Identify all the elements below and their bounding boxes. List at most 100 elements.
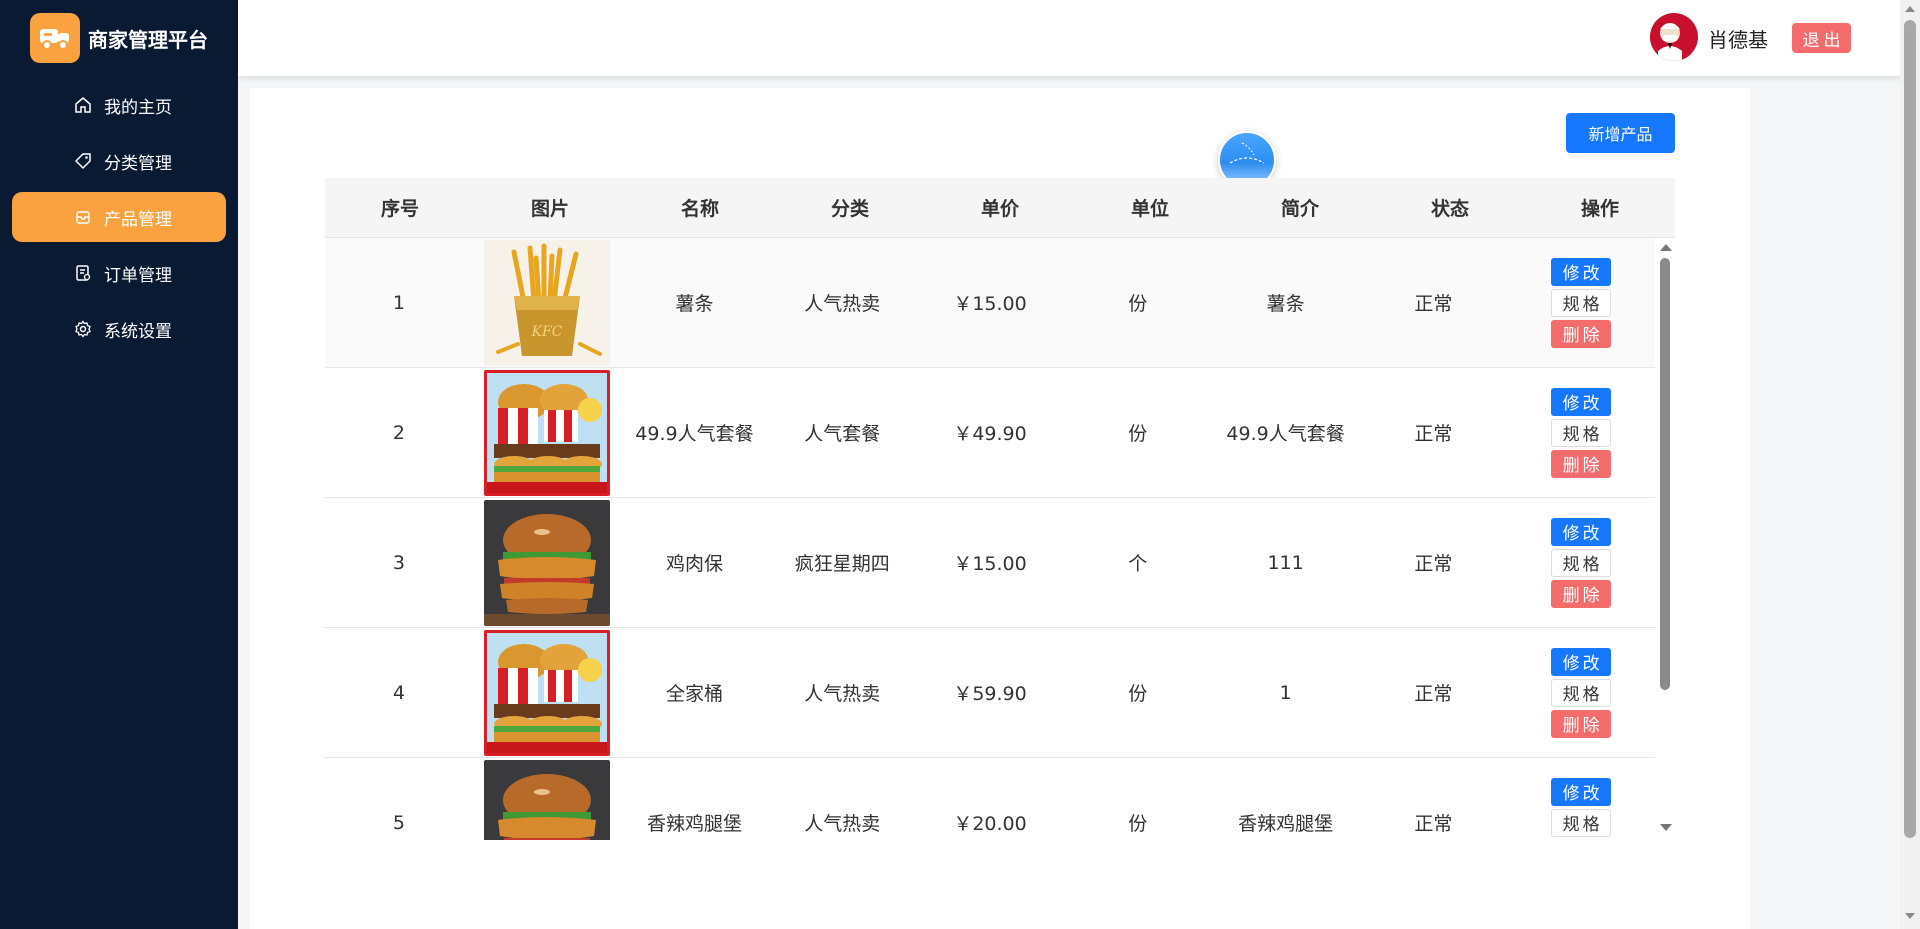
cell-name: 香辣鸡腿堡 [646,813,742,835]
delete-button[interactable]: 删除 [1551,579,1612,608]
cell-price: ￥15.00 [953,553,1027,575]
delete-button[interactable]: 删除 [1551,839,1612,840]
brand-title: 商家管理平台 [88,27,208,52]
cell-unit: 份 [1128,813,1148,835]
product-image [484,630,610,756]
cell-actions: 修改 规格 删除 [1507,758,1655,840]
product-image [484,370,610,496]
cell-category: 人气套餐 [804,423,881,445]
cell-name: 薯条 [675,293,714,315]
sidebar-item-order[interactable]: 订单管理 [12,248,226,298]
order-icon [74,264,92,282]
edit-button[interactable]: 修改 [1551,257,1612,286]
box-icon [74,208,92,226]
page-scrollbar-thumb[interactable] [1904,20,1916,838]
cell-price: ￥15.00 [953,293,1027,315]
cell-image [473,368,621,497]
sidebar-item-category[interactable]: 分类管理 [12,136,226,186]
product-image [484,500,610,626]
cell-actions: 修改 规格 删除 [1507,498,1655,627]
table-row: 1 薯条 人气热卖 ￥15.00 份 薯条 正常 修改 规格 删除 [325,238,1655,368]
column-header: 状态 [1430,198,1469,220]
cell-image [473,498,621,627]
table-body[interactable]: 1 薯条 人气热卖 ￥15.00 份 薯条 正常 修改 规格 删除 2 49.9… [325,238,1655,840]
sidebar-item-settings[interactable]: 系统设置 [12,304,226,354]
delete-button[interactable]: 删除 [1551,449,1612,478]
page-scroll-down-arrow[interactable] [1905,913,1915,919]
cell-category: 疯狂星期四 [794,553,890,575]
column-header: 序号 [380,198,419,220]
sidebar: 商家管理平台 我的主页 分类管理 产品管理 订单管理 系统设置 [0,0,238,929]
sidebar-item-label: 系统设置 [104,321,172,342]
cell-name: 全家桶 [665,683,723,705]
cell-status: 正常 [1414,553,1453,575]
cell-price: ￥20.00 [953,813,1027,835]
product-image [484,240,610,366]
cell-status: 正常 [1414,683,1453,705]
column-header: 简介 [1280,198,1319,220]
logout-button[interactable]: 退出 [1792,23,1851,53]
product-image [484,760,610,841]
cell-status: 正常 [1414,423,1453,445]
cell-status: 正常 [1414,293,1453,315]
column-header: 操作 [1580,198,1619,220]
edit-button[interactable]: 修改 [1551,387,1612,416]
truck-logo-icon [30,13,80,63]
column-header: 单价 [980,198,1019,220]
sidebar-menu: 我的主页 分类管理 产品管理 订单管理 系统设置 [12,80,226,360]
sidebar-item-home[interactable]: 我的主页 [12,80,226,130]
cell-intro: 111 [1267,551,1304,574]
cell-status: 正常 [1414,813,1453,835]
cell-intro: 薯条 [1266,293,1305,315]
sidebar-item-label: 分类管理 [104,153,172,174]
column-header: 分类 [830,198,869,220]
cell-intro: 香辣鸡腿堡 [1238,813,1334,835]
table-scroll-up-arrow[interactable] [1660,244,1672,251]
home-icon [74,96,92,114]
cell-index: 5 [392,811,405,834]
sidebar-item-product[interactable]: 产品管理 [12,192,226,242]
cell-name: 鸡肉保 [665,553,723,575]
cell-index: 4 [392,681,405,704]
cell-actions: 修改 规格 删除 [1507,628,1655,757]
cell-unit: 份 [1128,683,1148,705]
table-scroll-down-arrow[interactable] [1660,824,1672,831]
cell-unit: 份 [1128,293,1148,315]
cell-index: 3 [392,551,405,574]
table-row: 2 49.9人气套餐 人气套餐 ￥49.90 份 49.9人气套餐 正常 修改 … [325,368,1655,498]
cell-unit: 份 [1128,423,1148,445]
cell-image [473,238,621,367]
cell-name: 49.9人气套餐 [635,423,754,445]
spec-button[interactable]: 规格 [1551,418,1612,447]
cell-category: 人气热卖 [804,293,881,315]
gear-icon [74,320,92,338]
delete-button[interactable]: 删除 [1551,319,1612,348]
cell-index: 2 [392,421,405,444]
cell-actions: 修改 规格 删除 [1507,238,1655,367]
cell-category: 人气热卖 [804,683,881,705]
table-row: 3 鸡肉保 疯狂星期四 ￥15.00 个 111 正常 修改 规格 删除 [325,498,1655,628]
brand: 商家管理平台 [30,12,208,64]
cell-price: ￥49.90 [953,423,1027,445]
add-product-button[interactable]: 新增产品 [1566,113,1675,153]
spec-button[interactable]: 规格 [1551,288,1612,317]
spec-button[interactable]: 规格 [1551,808,1612,837]
avatar[interactable] [1650,13,1698,61]
cell-index: 1 [392,291,405,314]
username: 肖德基 [1708,28,1768,52]
cell-intro: 1 [1279,681,1292,704]
cell-actions: 修改 规格 删除 [1507,368,1655,497]
edit-button[interactable]: 修改 [1551,647,1612,676]
tag-icon [74,152,92,170]
page-scroll-up-arrow[interactable] [1905,6,1915,12]
cell-price: ￥59.90 [953,683,1027,705]
table-scrollbar-thumb[interactable] [1660,258,1670,690]
edit-button[interactable]: 修改 [1551,777,1612,806]
spec-button[interactable]: 规格 [1551,548,1612,577]
spec-button[interactable]: 规格 [1551,678,1612,707]
table-header: 序号 图片 名称 分类 单价 单位 简介 状态 操作 [325,178,1675,238]
edit-button[interactable]: 修改 [1551,517,1612,546]
table-row: 5 香辣鸡腿堡 人气热卖 ￥20.00 份 香辣鸡腿堡 正常 修改 规格 删除 [325,758,1655,840]
cell-image [473,758,621,840]
delete-button[interactable]: 删除 [1551,709,1612,738]
